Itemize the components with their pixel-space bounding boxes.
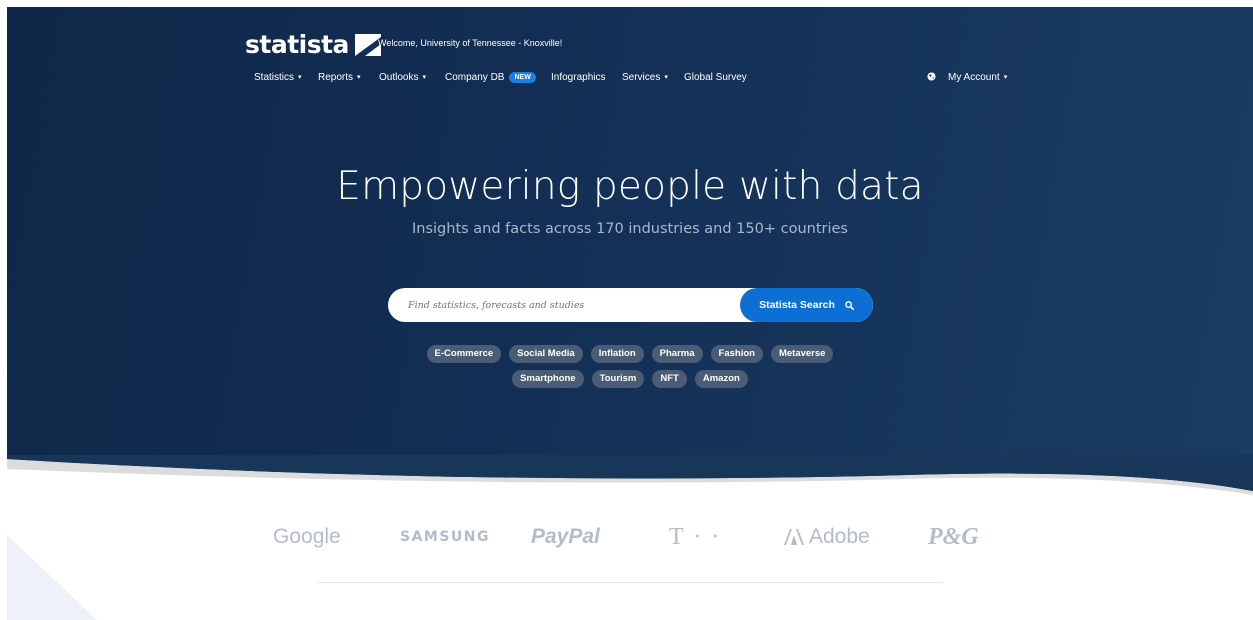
- welcome-message: Welcome, University of Tennessee - Knoxv…: [378, 38, 563, 48]
- search-icon: [845, 300, 854, 310]
- search-input[interactable]: [388, 288, 740, 322]
- logo-wordmark: statista: [245, 30, 349, 59]
- tag-pharma[interactable]: Pharma: [651, 345, 703, 363]
- chevron-down-icon: ▾: [422, 74, 426, 81]
- account-menu[interactable]: My Account ▾: [927, 71, 1007, 85]
- chevron-down-icon: ▾: [664, 74, 668, 81]
- tag-tourism[interactable]: Tourism: [591, 370, 645, 388]
- tag-smartphone[interactable]: Smartphone: [512, 370, 584, 388]
- adobe-wordmark: Adobe: [809, 525, 870, 548]
- topic-tags-row-2: Smartphone Tourism NFT Amazon: [7, 370, 1253, 388]
- statista-logo[interactable]: statista: [245, 31, 381, 59]
- nav-label: Company DB: [445, 72, 505, 83]
- paypal-logo: PayPal: [531, 525, 600, 548]
- nav-label: Reports: [318, 72, 354, 83]
- nav-infographics[interactable]: Infographics: [551, 71, 605, 85]
- client-logos: Google SAMSUNG PayPal T · · Adobe P&G: [7, 517, 1253, 557]
- hero-section: statista Welcome, University of Tennesse…: [7, 7, 1253, 507]
- nav-label: Outlooks: [379, 72, 419, 83]
- tag-e-commerce[interactable]: E-Commerce: [426, 345, 502, 363]
- topic-tags-row-1: E-Commerce Social Media Inflation Pharma…: [7, 345, 1253, 363]
- chevron-down-icon: ▾: [357, 74, 361, 81]
- globe-icon[interactable]: [927, 72, 936, 81]
- nav-label: Services: [622, 72, 661, 83]
- nav-reports[interactable]: Reports ▾: [318, 71, 361, 85]
- nav-statistics[interactable]: Statistics ▾: [254, 71, 302, 85]
- nav-company-db[interactable]: Company DB NEW: [445, 71, 536, 85]
- search-button-label: Statista Search: [759, 299, 835, 311]
- chevron-down-icon: ▾: [1003, 74, 1008, 81]
- google-logo: Google: [273, 525, 341, 548]
- adobe-logo: Adobe: [784, 517, 870, 557]
- nav-label: Global Survey: [684, 72, 747, 83]
- hero-wave-divider: [7, 455, 1253, 515]
- hero-subtitle: Insights and facts across 170 industries…: [412, 221, 848, 237]
- hero-title: Empowering people with data: [336, 164, 924, 209]
- nav-label: Infographics: [551, 72, 606, 83]
- search-bar: Statista Search: [388, 288, 873, 322]
- nav-global-survey[interactable]: Global Survey: [684, 71, 747, 85]
- tag-nft[interactable]: NFT: [652, 370, 687, 388]
- tag-inflation[interactable]: Inflation: [590, 345, 644, 363]
- telekom-logo: T · ·: [669, 524, 722, 550]
- page-frame: statista Welcome, University of Tennesse…: [7, 7, 1253, 620]
- adobe-icon: [784, 529, 804, 545]
- tag-fashion[interactable]: Fashion: [710, 345, 763, 363]
- samsung-logo: SAMSUNG: [400, 529, 491, 545]
- section-divider: [317, 582, 943, 583]
- chevron-down-icon: ▾: [298, 74, 302, 81]
- new-badge: NEW: [509, 72, 536, 83]
- pg-logo: P&G: [928, 524, 979, 550]
- tag-metaverse[interactable]: Metaverse: [770, 345, 834, 363]
- nav-services[interactable]: Services ▾: [622, 71, 668, 85]
- nav-outlooks[interactable]: Outlooks ▾: [379, 71, 426, 85]
- statista-search-button[interactable]: Statista Search: [740, 288, 873, 322]
- tag-amazon[interactable]: Amazon: [694, 370, 748, 388]
- tag-social-media[interactable]: Social Media: [509, 345, 583, 363]
- nav-label: Statistics: [254, 72, 295, 83]
- my-account-label: My Account: [948, 72, 1000, 83]
